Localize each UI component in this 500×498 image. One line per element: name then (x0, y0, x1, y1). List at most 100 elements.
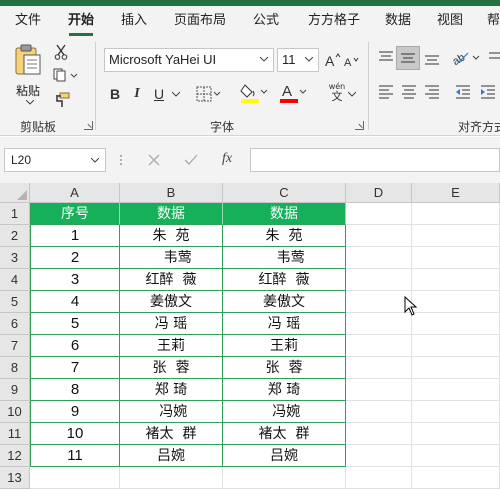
table-cell[interactable]: 11 (30, 445, 120, 467)
table-cell[interactable]: 7 (30, 357, 120, 379)
worksheet-grid[interactable]: ABCDE 1 序号 数据 数据 2 1 朱 苑朱 苑32 韦莺 韦莺 4 3 红醉 薇红醉 薇5… (0, 183, 500, 498)
column-header[interactable]: C (223, 183, 346, 203)
table-cell[interactable]: 6 (30, 335, 120, 357)
decrease-indent-icon[interactable] (455, 84, 471, 100)
table-cell[interactable] (346, 379, 412, 401)
table-cell[interactable] (346, 225, 412, 247)
table-cell[interactable] (412, 247, 500, 269)
table-cell[interactable]: 红醉 薇 (223, 269, 346, 291)
column-header[interactable]: E (412, 183, 500, 203)
table-cell[interactable]: 9 (30, 401, 120, 423)
table-cell[interactable]: 郑 琦 (120, 379, 223, 401)
table-cell[interactable]: 冯婉 (120, 401, 223, 423)
table-cell[interactable]: 冯 瑶 (223, 313, 346, 335)
row-header[interactable]: 4 (0, 269, 30, 291)
table-cell[interactable] (346, 423, 412, 445)
table-cell[interactable] (412, 269, 500, 291)
table-cell[interactable]: 1 (30, 225, 120, 247)
row-header[interactable]: 6 (0, 313, 30, 335)
orientation-icon[interactable]: ab (452, 48, 482, 66)
table-cell[interactable]: 王莉 (223, 335, 346, 357)
table-cell[interactable] (30, 467, 120, 489)
phonetic-guide-button[interactable]: wén 文 (326, 82, 348, 106)
table-cell[interactable] (412, 445, 500, 467)
table-cell[interactable] (346, 247, 412, 269)
tab-data[interactable]: 数据 (384, 12, 412, 32)
increase-font-size-icon[interactable]: A (325, 52, 341, 68)
column-header[interactable]: D (346, 183, 412, 203)
table-cell[interactable]: 2 (30, 247, 120, 269)
row-header[interactable]: 11 (0, 423, 30, 445)
table-cell[interactable]: 褚太 群 (223, 423, 346, 445)
row-header[interactable]: 2 (0, 225, 30, 247)
table-cell[interactable] (346, 401, 412, 423)
table-cell[interactable] (412, 291, 500, 313)
row-header[interactable]: 7 (0, 335, 30, 357)
table-cell[interactable]: 郑 琦 (223, 379, 346, 401)
row-header[interactable]: 8 (0, 357, 30, 379)
underline-button[interactable]: U (150, 84, 168, 104)
tab-fangfang[interactable]: 方方格子 (306, 12, 362, 32)
table-cell[interactable]: 5 (30, 313, 120, 335)
fill-color-icon[interactable] (240, 82, 268, 104)
table-cell[interactable]: 韦莺 (120, 247, 223, 269)
table-cell[interactable] (346, 203, 412, 225)
font-name-select[interactable]: Microsoft YaHei UI (104, 48, 274, 72)
font-dialog-launcher[interactable] (355, 121, 364, 130)
row-header[interactable]: 1 (0, 203, 30, 225)
cut-icon[interactable] (54, 44, 68, 60)
table-cell[interactable]: 8 (30, 379, 120, 401)
table-cell[interactable] (120, 467, 223, 489)
paste-button[interactable]: 粘贴 (8, 42, 48, 110)
table-cell[interactable] (346, 313, 412, 335)
align-bottom-icon[interactable] (424, 50, 440, 66)
align-top-icon[interactable] (378, 50, 394, 66)
chevron-down-icon[interactable] (172, 92, 180, 97)
decrease-font-size-icon[interactable]: A (344, 54, 360, 68)
table-cell[interactable]: 姜傲文 (120, 291, 223, 313)
table-cell[interactable]: 王莉 (120, 335, 223, 357)
table-cell[interactable]: 韦莺 (223, 247, 346, 269)
table-cell[interactable]: 冯 瑶 (120, 313, 223, 335)
font-color-icon[interactable]: A (279, 82, 307, 104)
tab-insert[interactable]: 插入 (120, 12, 148, 32)
bold-button[interactable]: B (106, 84, 124, 104)
drag-handle-icon[interactable] (119, 154, 123, 166)
row-header[interactable]: 10 (0, 401, 30, 423)
column-header[interactable]: B (120, 183, 223, 203)
tab-page-layout[interactable]: 页面布局 (172, 12, 228, 32)
table-cell[interactable]: 红醉 薇 (120, 269, 223, 291)
header-cell[interactable]: 序号 (30, 203, 120, 225)
format-painter-icon[interactable] (54, 92, 70, 108)
table-cell[interactable]: 朱 苑 (223, 225, 346, 247)
table-cell[interactable]: 吕婉 (120, 445, 223, 467)
row-header[interactable]: 5 (0, 291, 30, 313)
table-cell[interactable]: 姜傲文 (223, 291, 346, 313)
insert-function-button[interactable]: fx (222, 151, 232, 167)
table-cell[interactable]: 朱 苑 (120, 225, 223, 247)
align-middle-button[interactable] (396, 46, 420, 70)
name-box[interactable]: L20 (4, 148, 106, 172)
table-cell[interactable] (346, 269, 412, 291)
table-cell[interactable]: 10 (30, 423, 120, 445)
table-cell[interactable] (223, 467, 346, 489)
table-cell[interactable]: 张 蓉 (120, 357, 223, 379)
clipboard-dialog-launcher[interactable] (84, 121, 93, 130)
table-cell[interactable] (346, 445, 412, 467)
row-header[interactable]: 9 (0, 379, 30, 401)
table-cell[interactable]: 褚太 群 (120, 423, 223, 445)
confirm-icon[interactable] (184, 154, 198, 166)
table-cell[interactable]: 3 (30, 269, 120, 291)
italic-button[interactable]: I (128, 84, 146, 104)
row-header[interactable]: 3 (0, 247, 30, 269)
chevron-down-icon[interactable] (348, 92, 356, 97)
increase-indent-icon[interactable] (480, 84, 496, 100)
header-cell[interactable]: 数据 (223, 203, 346, 225)
table-cell[interactable] (412, 423, 500, 445)
table-cell[interactable]: 张 蓉 (223, 357, 346, 379)
align-center-icon[interactable] (401, 84, 417, 100)
font-size-select[interactable]: 11 (277, 48, 319, 72)
table-cell[interactable] (412, 203, 500, 225)
column-header[interactable]: A (30, 183, 120, 203)
table-cell[interactable] (412, 225, 500, 247)
